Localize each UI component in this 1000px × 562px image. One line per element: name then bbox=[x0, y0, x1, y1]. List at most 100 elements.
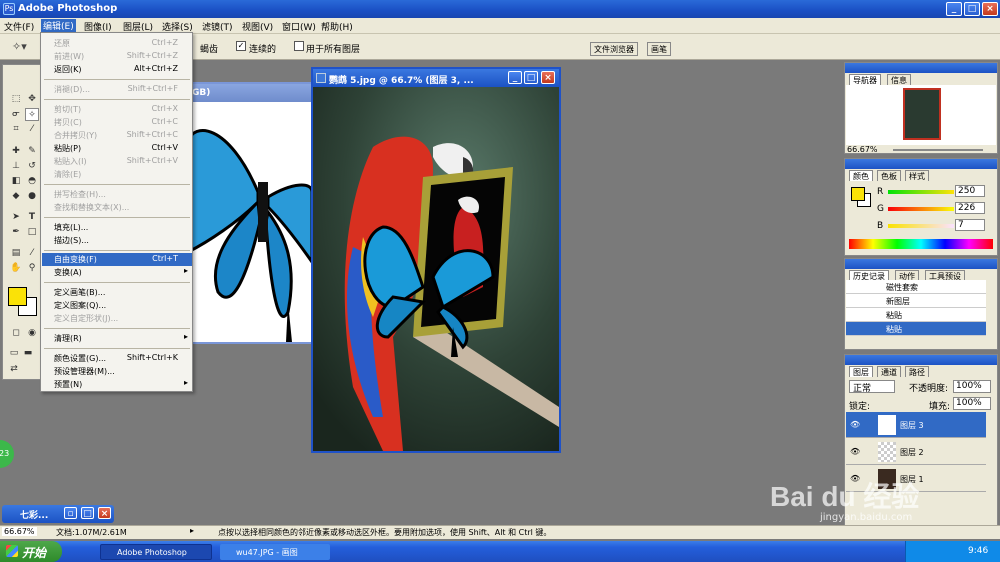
menu-item-preset-manager[interactable]: 预设管理器(M)... bbox=[42, 365, 192, 378]
menu-item-find-replace[interactable]: 查找和替换文本(X)... bbox=[42, 201, 192, 214]
quickmask-mode-icon[interactable]: ◉ bbox=[25, 327, 39, 340]
dodge-tool-icon[interactable]: ● bbox=[25, 190, 39, 203]
close-doc-button[interactable]: × bbox=[98, 507, 111, 519]
menu-item-transform[interactable]: 变换(A) ▸ bbox=[42, 266, 192, 279]
blur-tool-icon[interactable]: ◆ bbox=[9, 190, 23, 203]
badge[interactable]: 23 bbox=[0, 440, 14, 468]
menu-item-paste[interactable]: 粘贴(P) Ctrl+V bbox=[42, 142, 192, 155]
tab-navigator[interactable]: 导航器 bbox=[849, 74, 881, 85]
type-tool-icon[interactable]: T bbox=[25, 211, 39, 224]
eye-icon[interactable]: 👁 bbox=[850, 420, 860, 429]
history-brush-icon[interactable]: ↺ bbox=[25, 160, 39, 173]
shape-tool-icon[interactable]: □ bbox=[25, 226, 39, 239]
doc-close-button[interactable]: × bbox=[541, 71, 555, 84]
standard-mode-icon[interactable]: ◻ bbox=[9, 327, 23, 340]
status-arrow-icon[interactable]: ▸ bbox=[190, 526, 194, 535]
close-button[interactable]: × bbox=[982, 2, 998, 16]
foreground-color-swatch[interactable] bbox=[8, 287, 27, 306]
g-value-input[interactable]: 226 bbox=[955, 202, 985, 214]
blend-mode-select[interactable]: 正常 bbox=[849, 380, 895, 394]
menu-item-free-transform[interactable]: 自由变换(F) Ctrl+T bbox=[42, 253, 192, 266]
r-value-input[interactable]: 250 bbox=[955, 185, 985, 197]
menu-item-paste-into[interactable]: 粘贴入(I) Shift+Ctrl+V bbox=[42, 155, 192, 168]
menu-item-preferences[interactable]: 预置(N) ▸ bbox=[42, 378, 192, 391]
hand-tool-icon[interactable]: ✋ bbox=[9, 262, 23, 275]
crop-tool-icon[interactable]: ⌗ bbox=[9, 123, 23, 136]
navigator-zoom-slider[interactable] bbox=[893, 149, 983, 151]
menu-item-color-settings[interactable]: 颜色设置(G)... Shift+Ctrl+K bbox=[42, 352, 192, 365]
healing-tool-icon[interactable]: ✚ bbox=[9, 145, 23, 158]
menu-item-cut[interactable]: 剪切(T) Ctrl+X bbox=[42, 103, 192, 116]
restore-button[interactable]: ▫ bbox=[64, 507, 77, 519]
contiguous-checkbox[interactable]: ✓ bbox=[236, 41, 246, 51]
menu-filter[interactable]: 滤镜(T) bbox=[202, 20, 233, 33]
navigator-thumbnail[interactable] bbox=[903, 88, 941, 140]
doc-maximize-button[interactable]: □ bbox=[524, 71, 538, 84]
history-item[interactable]: 粘贴 bbox=[846, 308, 986, 322]
minimize-button[interactable]: _ bbox=[946, 2, 962, 16]
stamp-tool-icon[interactable]: ⊥ bbox=[9, 160, 23, 173]
pen-tool-icon[interactable]: ✒ bbox=[9, 226, 23, 239]
eraser-tool-icon[interactable]: ◧ bbox=[9, 175, 23, 188]
menu-item-define-shape[interactable]: 定义自定形状(J)... bbox=[42, 312, 192, 325]
fill-input[interactable]: 100% bbox=[953, 397, 991, 410]
b-value-input[interactable]: 7 bbox=[955, 219, 985, 231]
menu-item-purge[interactable]: 清理(R) ▸ bbox=[42, 332, 192, 345]
history-item-selected[interactable]: 粘贴 bbox=[846, 322, 986, 336]
g-slider[interactable] bbox=[888, 207, 954, 211]
slice-tool-icon[interactable]: ⁄ bbox=[25, 123, 39, 136]
taskbar-photoshop[interactable]: Adobe Photoshop bbox=[100, 544, 212, 560]
menu-window[interactable]: 窗口(W) bbox=[282, 20, 316, 33]
bucket-tool-icon[interactable]: ◓ bbox=[25, 175, 39, 188]
eye-icon[interactable]: 👁 bbox=[850, 447, 860, 456]
doc-minimize-button[interactable]: _ bbox=[508, 71, 522, 84]
color-spectrum-bar[interactable] bbox=[849, 239, 993, 249]
menu-item-define-pattern[interactable]: 定义图案(Q)... bbox=[42, 299, 192, 312]
menu-item-undo[interactable]: 还原 Ctrl+Z bbox=[42, 37, 192, 50]
menu-item-step-backward[interactable]: 返回(K) Alt+Ctrl+Z bbox=[42, 63, 192, 76]
background-document-window[interactable]: GB) bbox=[186, 82, 314, 344]
screen-mode-1-icon[interactable]: ▭ bbox=[7, 347, 21, 360]
magic-wand-icon[interactable]: ✧▾ bbox=[12, 40, 27, 53]
status-zoom[interactable]: 66.67% bbox=[2, 527, 37, 536]
menu-item-copy-merged[interactable]: 合并拷贝(Y) Shift+Ctrl+C bbox=[42, 129, 192, 142]
maximize-button[interactable]: □ bbox=[964, 2, 980, 16]
magic-wand-tool-icon[interactable]: ✧ bbox=[25, 108, 39, 121]
marquee-tool-icon[interactable]: ⬚ bbox=[9, 93, 23, 106]
tab-info[interactable]: 信息 bbox=[887, 74, 911, 85]
taskbar-paint[interactable]: wu47.JPG - 画图 bbox=[220, 544, 330, 560]
notes-tool-icon[interactable]: ▤ bbox=[9, 247, 23, 260]
tab-paths[interactable]: 路径 bbox=[905, 366, 929, 377]
navigator-zoom[interactable]: 66.67% bbox=[847, 145, 878, 154]
tab-channels[interactable]: 通道 bbox=[877, 366, 901, 377]
r-slider[interactable] bbox=[888, 190, 954, 194]
brush-tool-icon[interactable]: ✎ bbox=[25, 145, 39, 158]
menu-file[interactable]: 文件(F) bbox=[4, 20, 34, 33]
eyedropper-icon[interactable]: ⁄ bbox=[25, 247, 39, 260]
file-browser-button[interactable]: 文件浏览器 bbox=[590, 42, 638, 56]
menu-item-define-brush[interactable]: 定义画笔(B)... bbox=[42, 286, 192, 299]
menu-item-fade[interactable]: 消褪(D)... Shift+Ctrl+F bbox=[42, 83, 192, 96]
layer-row-selected[interactable]: 👁 图层 3 bbox=[846, 412, 986, 438]
layer-row[interactable]: 👁 图层 2 bbox=[846, 439, 986, 465]
tab-styles[interactable]: 样式 bbox=[905, 170, 929, 181]
history-item[interactable]: 磁性套索 bbox=[846, 280, 986, 294]
menu-view[interactable]: 视图(V) bbox=[242, 20, 273, 33]
menu-item-copy[interactable]: 拷贝(C) Ctrl+C bbox=[42, 116, 192, 129]
menu-edit[interactable]: 编辑(E) bbox=[41, 19, 76, 33]
history-item[interactable]: 新图层 bbox=[846, 294, 986, 308]
menu-item-step-forward[interactable]: 前进(W) Shift+Ctrl+Z bbox=[42, 50, 192, 63]
b-slider[interactable] bbox=[888, 224, 954, 228]
tab-layers[interactable]: 图层 bbox=[849, 366, 873, 377]
menu-item-fill[interactable]: 填充(L)... bbox=[42, 221, 192, 234]
all-layers-checkbox[interactable] bbox=[294, 41, 304, 51]
menu-help[interactable]: 帮助(H) bbox=[321, 20, 353, 33]
main-document-window[interactable]: 鹦鹉 5.jpg @ 66.7% (图层 3, ... _ □ × bbox=[311, 67, 561, 453]
move-tool-icon[interactable]: ✥ bbox=[25, 93, 39, 106]
path-select-icon[interactable]: ➤ bbox=[9, 211, 23, 224]
tab-swatches[interactable]: 色板 bbox=[877, 170, 901, 181]
menu-item-stroke[interactable]: 描边(S)... bbox=[42, 234, 192, 247]
maximize-doc-button[interactable]: □ bbox=[81, 507, 94, 519]
jump-to-imageready-icon[interactable]: ⇄ bbox=[7, 363, 21, 376]
lasso-tool-icon[interactable]: ᓂ bbox=[9, 108, 23, 121]
